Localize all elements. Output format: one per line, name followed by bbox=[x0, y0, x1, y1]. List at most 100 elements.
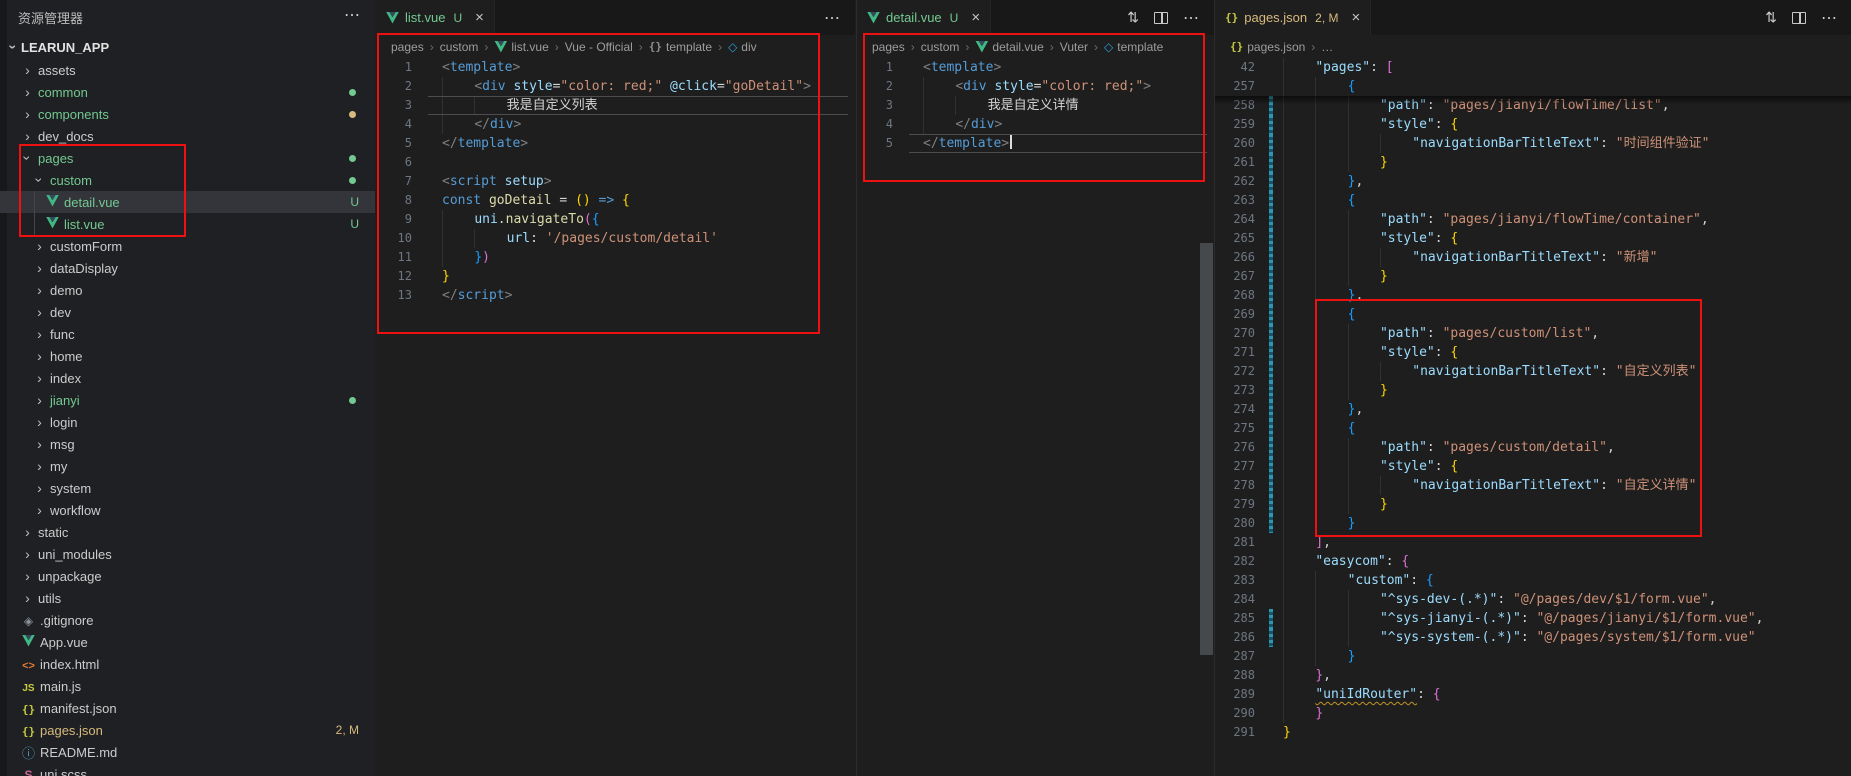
code-line-6[interactable]: 6 bbox=[376, 153, 855, 172]
breadcrumb-item[interactable]: pages bbox=[872, 40, 905, 54]
code-line-4[interactable]: 4 </div> bbox=[376, 115, 855, 134]
tree-item-assets[interactable]: ›assets bbox=[0, 59, 375, 81]
tree-item-list.vue[interactable]: list.vueU bbox=[0, 213, 375, 235]
tree-item-demo[interactable]: ›demo bbox=[0, 279, 375, 301]
code-line-3[interactable]: 3 我是自定义列表 bbox=[376, 96, 855, 115]
tree-item-func[interactable]: ›func bbox=[0, 323, 375, 345]
tree-item-detail.vue[interactable]: detail.vueU bbox=[0, 191, 375, 213]
code-line-5[interactable]: 5</template> bbox=[857, 134, 1214, 153]
code-line-5[interactable]: 5</template> bbox=[376, 134, 855, 153]
tree-item-dev_docs[interactable]: ›dev_docs bbox=[0, 125, 375, 147]
more-actions-icon[interactable]: ⋯ bbox=[824, 8, 841, 28]
code-line-10[interactable]: 10 url: '/pages/custom/detail' bbox=[376, 229, 855, 248]
tree-item-components[interactable]: ›components bbox=[0, 103, 375, 125]
split-editor-icon[interactable] bbox=[1154, 12, 1168, 24]
code-line-3[interactable]: 3 我是自定义详情 bbox=[857, 96, 1214, 115]
close-tab-icon[interactable]: × bbox=[475, 10, 484, 25]
breadcrumb-item[interactable]: … bbox=[1321, 40, 1333, 54]
editor-group-sash[interactable] bbox=[1200, 243, 1213, 655]
code-line-2[interactable]: 2 <div style="color: red;"> bbox=[857, 77, 1214, 96]
code-line-266[interactable]: 266 "navigationBarTitleText": "新增" bbox=[1215, 248, 1851, 267]
tree-item-jianyi[interactable]: ›jianyi bbox=[0, 389, 375, 411]
code-line-279[interactable]: 279 } bbox=[1215, 495, 1851, 514]
breadcrumb-item[interactable]: ◇template bbox=[1104, 40, 1163, 54]
code-line-274[interactable]: 274 }, bbox=[1215, 400, 1851, 419]
code-line-257[interactable]: 257 { bbox=[1215, 77, 1851, 96]
code-line-8[interactable]: 8const goDetail = () => { bbox=[376, 191, 855, 210]
code-line-268[interactable]: 268 }, bbox=[1215, 286, 1851, 305]
code-line-291[interactable]: 291} bbox=[1215, 723, 1851, 742]
tree-item-index[interactable]: ›index bbox=[0, 367, 375, 389]
code-line-1[interactable]: 1<template> bbox=[857, 58, 1214, 77]
breadcrumb-item[interactable]: ◇div bbox=[728, 40, 757, 54]
code-line-9[interactable]: 9 uni.navigateTo({ bbox=[376, 210, 855, 229]
code-line-12[interactable]: 12} bbox=[376, 267, 855, 286]
code-line-260[interactable]: 260 "navigationBarTitleText": "时间组件验证" bbox=[1215, 134, 1851, 153]
more-actions-icon[interactable]: ⋯ bbox=[1821, 8, 1838, 28]
code-line-283[interactable]: 283 "custom": { bbox=[1215, 571, 1851, 590]
tree-item-App.vue[interactable]: App.vue bbox=[0, 631, 375, 653]
code-line-273[interactable]: 273 } bbox=[1215, 381, 1851, 400]
project-root-item[interactable]: › LEARUN_APP bbox=[0, 36, 375, 58]
code-line-285[interactable]: 285 "^sys-jianyi-(.*)": "@/pages/jianyi/… bbox=[1215, 609, 1851, 628]
code-line-284[interactable]: 284 "^sys-dev-(.*)": "@/pages/dev/$1/for… bbox=[1215, 590, 1851, 609]
tree-item-customForm[interactable]: ›customForm bbox=[0, 235, 375, 257]
tree-item-common[interactable]: ›common bbox=[0, 81, 375, 103]
code-line-276[interactable]: 276 "path": "pages/custom/detail", bbox=[1215, 438, 1851, 457]
tree-item-login[interactable]: ›login bbox=[0, 411, 375, 433]
split-editor-icon[interactable] bbox=[1792, 12, 1806, 24]
open-changes-icon[interactable]: ⇅ bbox=[1127, 9, 1139, 26]
tree-item-dataDisplay[interactable]: ›dataDisplay bbox=[0, 257, 375, 279]
tree-item-uni.scss[interactable]: Suni.scss bbox=[0, 763, 375, 776]
code-line-262[interactable]: 262 }, bbox=[1215, 172, 1851, 191]
breadcrumb-item[interactable]: custom bbox=[921, 40, 960, 54]
breadcrumb-item[interactable]: detail.vue bbox=[975, 40, 1043, 54]
explorer-more-actions-icon[interactable]: ⋯ bbox=[344, 8, 361, 27]
code-line-270[interactable]: 270 "path": "pages/custom/list", bbox=[1215, 324, 1851, 343]
code-line-267[interactable]: 267 } bbox=[1215, 267, 1851, 286]
code-line-2[interactable]: 2 <div style="color: red;" @click="goDet… bbox=[376, 77, 855, 96]
code-line-288[interactable]: 288 }, bbox=[1215, 666, 1851, 685]
tree-item-index.html[interactable]: <>index.html bbox=[0, 653, 375, 675]
code-line-277[interactable]: 277 "style": { bbox=[1215, 457, 1851, 476]
code-line-286[interactable]: 286 "^sys-system-(.*)": "@/pages/system/… bbox=[1215, 628, 1851, 647]
tree-item-README.md[interactable]: ⓘREADME.md bbox=[0, 741, 375, 763]
code-line-278[interactable]: 278 "navigationBarTitleText": "自定义详情" bbox=[1215, 476, 1851, 495]
code-line-265[interactable]: 265 "style": { bbox=[1215, 229, 1851, 248]
breadcrumb-item[interactable]: {}pages.json bbox=[1230, 40, 1305, 54]
code-line-289[interactable]: 289 "uniIdRouter": { bbox=[1215, 685, 1851, 704]
tab-detail-vue[interactable]: detail.vueU× bbox=[857, 0, 991, 35]
tree-item-system[interactable]: ›system bbox=[0, 477, 375, 499]
tree-item-workflow[interactable]: ›workflow bbox=[0, 499, 375, 521]
tree-item-main.js[interactable]: JSmain.js bbox=[0, 675, 375, 697]
code-line-280[interactable]: 280 } bbox=[1215, 514, 1851, 533]
code-line-272[interactable]: 272 "navigationBarTitleText": "自定义列表" bbox=[1215, 362, 1851, 381]
breadcrumb-item[interactable]: pages bbox=[391, 40, 424, 54]
code-line-271[interactable]: 271 "style": { bbox=[1215, 343, 1851, 362]
code-line-281[interactable]: 281 ], bbox=[1215, 533, 1851, 552]
tree-item-msg[interactable]: ›msg bbox=[0, 433, 375, 455]
breadcrumb-item[interactable]: Vue - Official bbox=[565, 40, 633, 54]
tree-item-pages[interactable]: ›pages bbox=[0, 147, 375, 169]
code-line-263[interactable]: 263 { bbox=[1215, 191, 1851, 210]
tree-item-unpackage[interactable]: ›unpackage bbox=[0, 565, 375, 587]
close-tab-icon[interactable]: × bbox=[971, 10, 980, 25]
code-line-11[interactable]: 11 }) bbox=[376, 248, 855, 267]
code-line-258[interactable]: 258 "path": "pages/jianyi/flowTime/list"… bbox=[1215, 96, 1851, 115]
code-line-4[interactable]: 4 </div> bbox=[857, 115, 1214, 134]
tree-item-my[interactable]: ›my bbox=[0, 455, 375, 477]
close-tab-icon[interactable]: × bbox=[1351, 10, 1360, 25]
tree-item-.gitignore[interactable]: ◈.gitignore bbox=[0, 609, 375, 631]
tab-list-vue[interactable]: list.vueU× bbox=[376, 0, 495, 35]
tree-item-custom[interactable]: ›custom bbox=[0, 169, 375, 191]
code-line-275[interactable]: 275 { bbox=[1215, 419, 1851, 438]
code-line-261[interactable]: 261 } bbox=[1215, 153, 1851, 172]
code-line-13[interactable]: 13</script> bbox=[376, 286, 855, 305]
code-line-269[interactable]: 269 { bbox=[1215, 305, 1851, 324]
code-line-1[interactable]: 1<template> bbox=[376, 58, 855, 77]
more-actions-icon[interactable]: ⋯ bbox=[1183, 8, 1200, 28]
tree-item-utils[interactable]: ›utils bbox=[0, 587, 375, 609]
breadcrumb-item[interactable]: Vuter bbox=[1060, 40, 1088, 54]
tree-item-manifest.json[interactable]: {}manifest.json bbox=[0, 697, 375, 719]
code-line-264[interactable]: 264 "path": "pages/jianyi/flowTime/conta… bbox=[1215, 210, 1851, 229]
